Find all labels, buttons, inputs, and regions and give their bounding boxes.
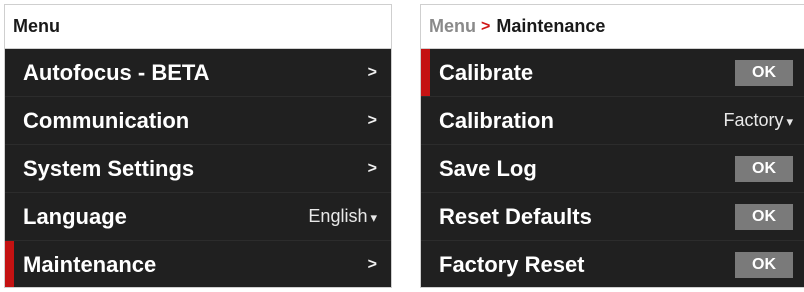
caret-down-icon: ▾ (786, 114, 793, 129)
maintenance-list: Calibrate OK Calibration Factory ▾ Save L… (421, 49, 804, 287)
calibration-select[interactable]: Factory ▾ (723, 110, 793, 131)
selection-indicator (421, 49, 430, 96)
menu-title-bar: Menu (5, 5, 391, 49)
menu-item-maintenance[interactable]: Maintenance > (5, 241, 391, 287)
calibrate-ok-button[interactable]: OK (735, 59, 793, 86)
maintenance-item-calibrate[interactable]: Calibrate OK (421, 49, 804, 97)
chevron-right-icon: > (367, 159, 377, 177)
selection-indicator (5, 241, 14, 287)
menu-panel: Menu Autofocus - BETA > Communication > … (4, 4, 392, 288)
reset-defaults-ok-button[interactable]: OK (735, 203, 793, 230)
menu-item-system-settings[interactable]: System Settings > (5, 145, 391, 193)
chevron-right-icon: > (367, 255, 377, 273)
calibration-value: Factory (723, 110, 784, 130)
menu-item-label: Maintenance (23, 251, 157, 277)
menu-list: Autofocus - BETA > Communication > Syste… (5, 49, 391, 287)
menu-item-label: Autofocus - BETA (23, 59, 210, 85)
menu-item-label: Communication (23, 107, 190, 133)
maintenance-item-label: Factory Reset (439, 251, 585, 277)
menu-item-language[interactable]: Language English ▾ (5, 193, 391, 241)
breadcrumb-root[interactable]: Menu (429, 16, 476, 37)
maintenance-item-factory-reset[interactable]: Factory Reset OK (421, 241, 804, 287)
menu-item-autofocus[interactable]: Autofocus - BETA > (5, 49, 391, 97)
language-select[interactable]: English ▾ (308, 206, 377, 227)
maintenance-panel: Menu > Maintenance Calibrate OK Calibrat… (420, 4, 804, 288)
maintenance-item-label: Calibrate (439, 59, 534, 85)
factory-reset-ok-button[interactable]: OK (735, 251, 793, 278)
menu-item-label: System Settings (23, 155, 195, 181)
menu-item-label: Language (23, 203, 127, 229)
breadcrumb: Menu > Maintenance (421, 5, 804, 49)
menu-title: Menu (13, 16, 60, 36)
save-log-ok-button[interactable]: OK (735, 155, 793, 182)
maintenance-item-label: Reset Defaults (439, 203, 592, 229)
chevron-right-icon: > (367, 63, 377, 81)
caret-down-icon: ▾ (370, 210, 377, 225)
breadcrumb-current: Maintenance (496, 16, 606, 36)
maintenance-item-label: Calibration (439, 107, 554, 133)
maintenance-item-calibration[interactable]: Calibration Factory ▾ (421, 97, 804, 145)
breadcrumb-separator-icon: > (481, 17, 491, 35)
maintenance-item-save-log[interactable]: Save Log OK (421, 145, 804, 193)
maintenance-item-reset-defaults[interactable]: Reset Defaults OK (421, 193, 804, 241)
language-value: English (308, 206, 368, 226)
maintenance-item-label: Save Log (439, 155, 537, 181)
chevron-right-icon: > (367, 111, 377, 129)
menu-item-communication[interactable]: Communication > (5, 97, 391, 145)
